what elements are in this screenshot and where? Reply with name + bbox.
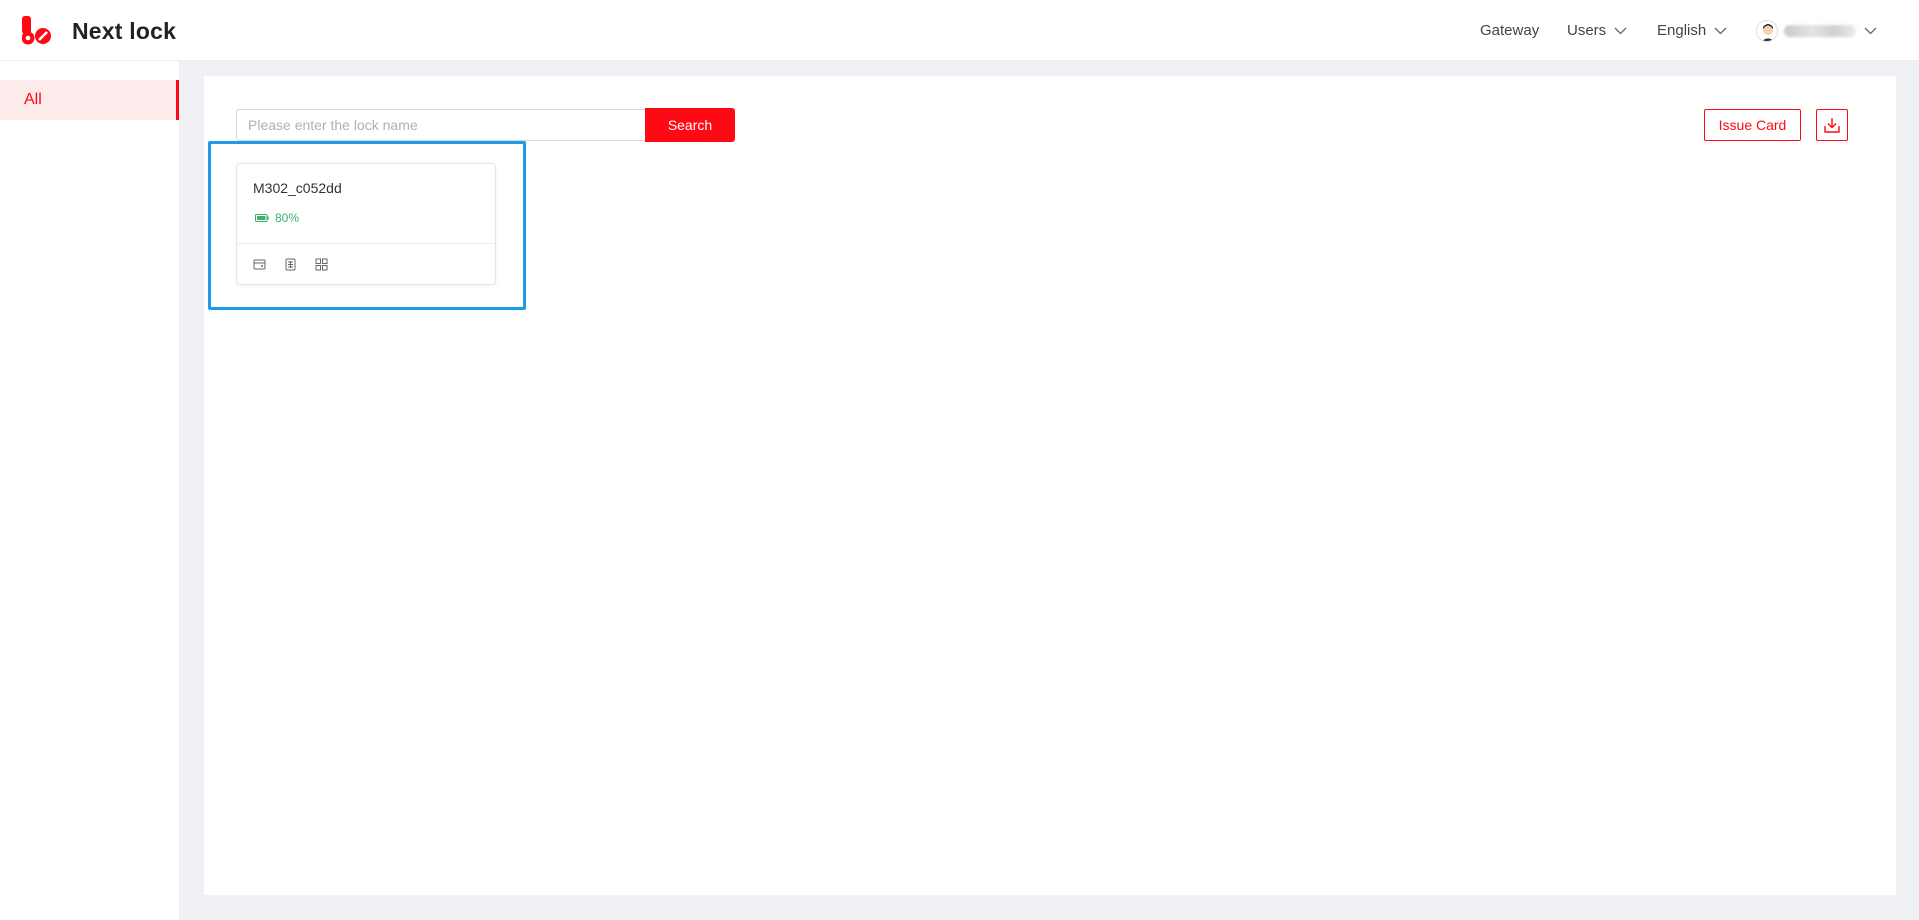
card-key-icon[interactable]	[253, 258, 266, 271]
card-actions	[253, 258, 328, 271]
download-button[interactable]	[1816, 109, 1848, 141]
keypad-icon[interactable]	[284, 258, 297, 271]
brand-title: Next lock	[72, 18, 177, 44]
card-divider	[237, 243, 495, 244]
language-label: English	[1657, 22, 1707, 39]
battery-percent: 80%	[275, 211, 300, 225]
logo-icon	[22, 16, 51, 45]
avatar-icon	[1762, 23, 1774, 41]
sidebar-item-all[interactable]: All	[0, 80, 179, 120]
lock-search-input[interactable]	[236, 109, 650, 141]
download-icon	[1824, 118, 1840, 133]
grid-icon[interactable]	[315, 258, 328, 271]
avatar	[1756, 19, 1778, 42]
top-header: Next lock Gateway Users English	[0, 0, 1919, 61]
nav-users[interactable]: Users	[1567, 0, 1627, 61]
nav-gateway[interactable]: Gateway	[1480, 0, 1539, 61]
battery-status: 80%	[255, 211, 299, 225]
language-selector[interactable]: English	[1657, 0, 1727, 61]
sidebar: All	[0, 61, 179, 920]
sidebar-item-label: All	[24, 91, 42, 108]
battery-icon	[255, 214, 269, 222]
user-menu[interactable]	[1756, 0, 1877, 61]
username-redacted	[1784, 24, 1856, 37]
chevron-down-icon	[1614, 27, 1627, 35]
lock-name: M302_c052dd	[253, 180, 342, 196]
search-button[interactable]: Search	[645, 108, 735, 142]
lock-card[interactable]: M302_c052dd 80%	[236, 163, 496, 285]
issue-card-button[interactable]: Issue Card	[1704, 109, 1801, 141]
nav-users-label: Users	[1567, 22, 1607, 39]
chevron-down-icon	[1864, 27, 1877, 35]
nav-gateway-label: Gateway	[1480, 22, 1540, 39]
chevron-down-icon	[1714, 27, 1727, 35]
